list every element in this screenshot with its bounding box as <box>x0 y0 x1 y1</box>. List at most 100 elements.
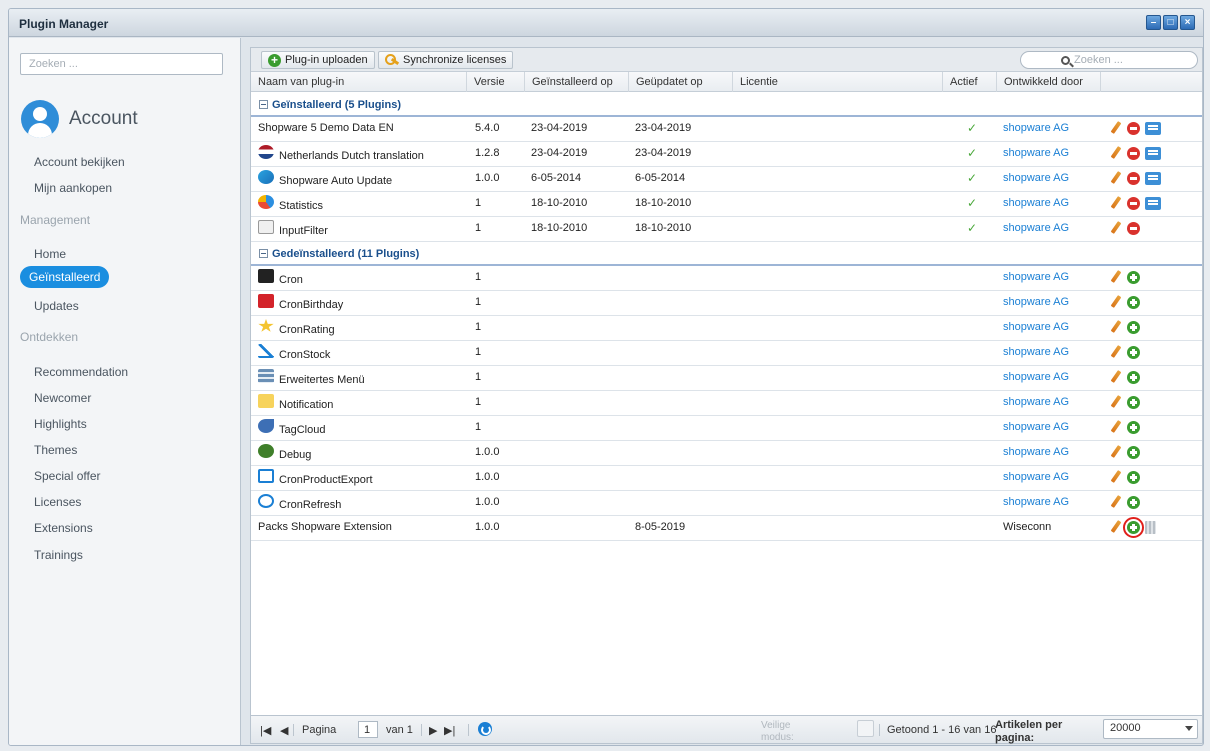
developer-cell[interactable]: shopware AG <box>1003 321 1069 333</box>
upload-plugin-button[interactable]: + Plug-in uploaden <box>261 51 375 69</box>
developer-cell[interactable]: shopware AG <box>1003 496 1069 508</box>
install-icon[interactable] <box>1127 445 1140 459</box>
developer-cell[interactable]: shopware AG <box>1003 471 1069 483</box>
edit-pencil-icon[interactable] <box>1108 320 1122 334</box>
sidebar-item-special-offer[interactable]: Special offer <box>34 469 101 483</box>
reinstall-icon[interactable] <box>1145 171 1161 185</box>
col-license[interactable]: Licentie <box>733 72 943 92</box>
edit-pencil-icon[interactable] <box>1108 295 1122 309</box>
per-page-select[interactable]: 20000 <box>1103 719 1198 739</box>
group-installed[interactable]: Geïnstalleerd (5 Plugins) <box>251 93 1202 117</box>
developer-cell[interactable]: shopware AG <box>1003 371 1069 383</box>
sidebar-item-themes[interactable]: Themes <box>34 443 77 457</box>
table-row[interactable]: CronRating 1 shopware AG <box>251 316 1202 341</box>
maximize-button[interactable]: □ <box>1163 15 1178 30</box>
uninstall-icon[interactable] <box>1127 196 1140 210</box>
table-row[interactable]: Cron 1 shopware AG <box>251 266 1202 291</box>
uninstall-icon[interactable] <box>1127 171 1140 185</box>
reinstall-icon[interactable] <box>1145 196 1161 210</box>
table-row[interactable]: Netherlands Dutch translation 1.2.8 23-04-… <box>251 142 1202 167</box>
next-page-icon[interactable]: ▶ <box>429 724 437 737</box>
safe-mode-checkbox[interactable] <box>857 720 874 737</box>
table-row[interactable]: CronBirthday 1 shopware AG <box>251 291 1202 316</box>
edit-pencil-icon[interactable] <box>1108 121 1122 135</box>
grid-search-input[interactable]: Zoeken ... <box>1020 51 1198 69</box>
edit-pencil-icon[interactable] <box>1108 171 1122 185</box>
install-icon[interactable] <box>1127 420 1140 434</box>
table-row[interactable]: Erweitertes Menü 1 shopware AG <box>251 366 1202 391</box>
table-row[interactable]: InputFilter 1 18-10-2010 18-10-2010 ✓ shopwar… <box>251 217 1202 242</box>
col-version[interactable]: Versie <box>467 72 525 92</box>
table-row[interactable]: TagCloud 1 shopware AG <box>251 416 1202 441</box>
table-row[interactable]: Statistics 1 18-10-2010 18-10-2010 ✓ shopware… <box>251 192 1202 217</box>
edit-pencil-icon[interactable] <box>1108 520 1122 534</box>
edit-pencil-icon[interactable] <box>1108 445 1122 459</box>
edit-pencil-icon[interactable] <box>1108 345 1122 359</box>
table-row[interactable]: CronRefresh 1.0.0 shopware AG <box>251 491 1202 516</box>
sidebar-item-highlights[interactable]: Highlights <box>34 417 87 431</box>
developer-cell[interactable]: shopware AG <box>1003 197 1069 209</box>
install-icon[interactable] <box>1123 516 1144 538</box>
reinstall-icon[interactable] <box>1145 121 1161 135</box>
col-active[interactable]: Actief <box>943 72 997 92</box>
edit-pencil-icon[interactable] <box>1108 470 1122 484</box>
trash-icon[interactable] <box>1145 520 1156 534</box>
edit-pencil-icon[interactable] <box>1108 420 1122 434</box>
table-row[interactable]: CronProductExport 1.0.0 shopware AG <box>251 466 1202 491</box>
table-row[interactable]: Debug 1.0.0 shopware AG <box>251 441 1202 466</box>
sidebar-item-purchases[interactable]: Mijn aankopen <box>34 181 112 195</box>
collapse-icon[interactable] <box>259 249 268 258</box>
install-icon[interactable] <box>1127 470 1140 484</box>
developer-cell[interactable]: shopware AG <box>1003 446 1069 458</box>
minimize-button[interactable]: – <box>1146 15 1161 30</box>
sidebar-item-extensions[interactable]: Extensions <box>34 521 93 535</box>
install-icon[interactable] <box>1127 495 1140 509</box>
sidebar-item-home[interactable]: Home <box>34 247 66 261</box>
developer-cell[interactable]: shopware AG <box>1003 222 1069 234</box>
sync-licenses-button[interactable]: Synchronize licenses <box>378 51 514 69</box>
table-row[interactable]: CronStock 1 shopware AG <box>251 341 1202 366</box>
sidebar-item-licenses[interactable]: Licenses <box>34 495 81 509</box>
developer-cell[interactable]: shopware AG <box>1003 172 1069 184</box>
table-row[interactable]: Shopware 5 Demo Data EN 5.4.0 23-04-2019 23… <box>251 117 1202 142</box>
developer-cell[interactable]: shopware AG <box>1003 271 1069 283</box>
developer-cell[interactable]: shopware AG <box>1003 346 1069 358</box>
edit-pencil-icon[interactable] <box>1108 196 1122 210</box>
uninstall-icon[interactable] <box>1127 121 1140 135</box>
col-installed[interactable]: Geïnstalleerd op <box>525 72 629 92</box>
sidebar-item-updates[interactable]: Updates <box>34 299 79 313</box>
sidebar-item-trainings[interactable]: Trainings <box>34 548 83 562</box>
developer-cell[interactable]: shopware AG <box>1003 296 1069 308</box>
table-row[interactable]: Packs Shopware Extension 1.0.0 8-05-2019 Wi… <box>251 516 1202 541</box>
install-icon[interactable] <box>1127 320 1140 334</box>
group-uninstalled[interactable]: Gedeïnstalleerd (11 Plugins) <box>251 242 1202 266</box>
close-button[interactable]: × <box>1180 15 1195 30</box>
sidebar-item-recommendation[interactable]: Recommendation <box>34 365 128 379</box>
last-page-icon[interactable]: ▶| <box>444 724 455 737</box>
col-updated[interactable]: Geüpdatet op <box>629 72 733 92</box>
col-name[interactable]: Naam van plug-in <box>251 72 467 92</box>
edit-pencil-icon[interactable] <box>1108 495 1122 509</box>
title-bar[interactable]: Plugin Manager – □ × <box>9 9 1203 37</box>
sidebar-search-input[interactable]: Zoeken ... <box>20 53 223 75</box>
developer-cell[interactable]: shopware AG <box>1003 122 1069 134</box>
developer-cell[interactable]: shopware AG <box>1003 396 1069 408</box>
edit-pencil-icon[interactable] <box>1108 395 1122 409</box>
install-icon[interactable] <box>1127 295 1140 309</box>
uninstall-icon[interactable] <box>1127 146 1140 160</box>
reinstall-icon[interactable] <box>1145 146 1161 160</box>
sidebar-item-installed[interactable]: Geïnstalleerd <box>20 266 110 288</box>
edit-pencil-icon[interactable] <box>1108 221 1122 235</box>
collapse-icon[interactable] <box>259 100 268 109</box>
first-page-icon[interactable]: |◀ <box>260 724 271 737</box>
sidebar-item-newcomer[interactable]: Newcomer <box>34 391 91 405</box>
install-icon[interactable] <box>1127 370 1140 384</box>
refresh-icon[interactable] <box>478 722 492 736</box>
sidebar-item-account-view[interactable]: Account bekijken <box>34 155 125 169</box>
developer-cell[interactable]: shopware AG <box>1003 147 1069 159</box>
table-row[interactable]: Shopware Auto Update 1.0.0 6-05-2014 6-05-2… <box>251 167 1202 192</box>
edit-pencil-icon[interactable] <box>1108 146 1122 160</box>
install-icon[interactable] <box>1127 270 1140 284</box>
edit-pencil-icon[interactable] <box>1108 370 1122 384</box>
col-developer[interactable]: Ontwikkeld door <box>997 72 1101 92</box>
